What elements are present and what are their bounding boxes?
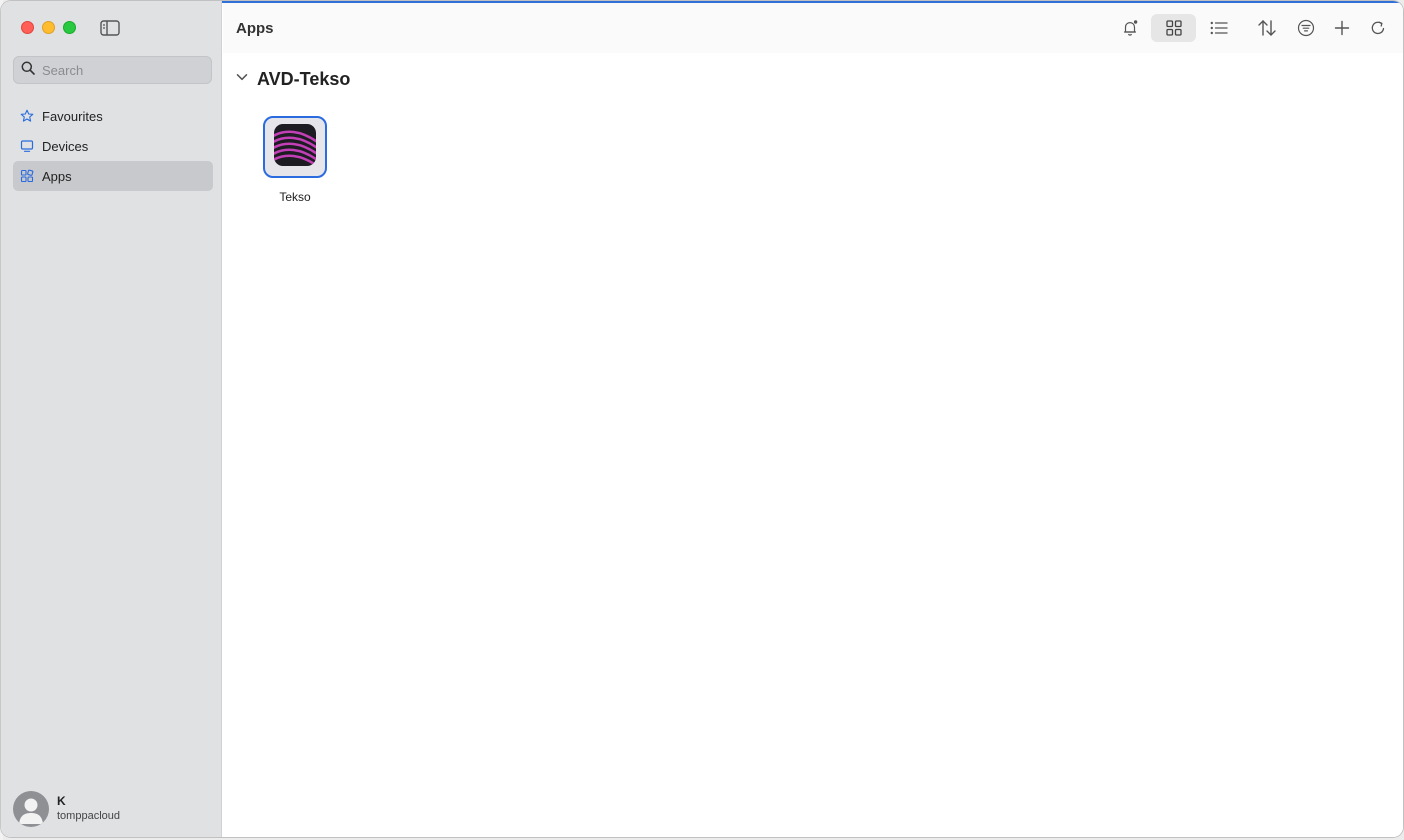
- user-info: K tomppacloud: [57, 794, 120, 824]
- app-icon-frame[interactable]: [263, 116, 327, 178]
- list-view-button[interactable]: [1203, 14, 1235, 42]
- sidebar-item-devices[interactable]: Devices: [13, 131, 213, 161]
- sidebar: Favourites Devices: [1, 1, 222, 837]
- user-account[interactable]: K tomppacloud: [13, 791, 120, 827]
- search-icon: [21, 61, 35, 80]
- window-controls: [21, 21, 76, 34]
- grid-view-button[interactable]: [1151, 14, 1196, 42]
- monitor-icon: [20, 139, 34, 153]
- sidebar-item-apps[interactable]: Apps: [13, 161, 213, 191]
- apps-grid-icon: [20, 169, 34, 183]
- sort-button[interactable]: [1253, 14, 1281, 42]
- group-header[interactable]: AVD-Tekso: [235, 69, 350, 90]
- search-input[interactable]: [42, 62, 202, 78]
- tekso-app-icon: [274, 123, 316, 171]
- user-name: K: [57, 794, 66, 808]
- main-content: Apps AVD-Tekso Tekso: [223, 3, 1403, 837]
- app-label: Tekso: [279, 190, 311, 204]
- sidebar-toggle-icon[interactable]: [100, 20, 120, 36]
- sort-icon: [1257, 19, 1277, 37]
- notifications-button[interactable]: [1116, 14, 1144, 42]
- sidebar-item-label: Apps: [42, 168, 72, 184]
- filter-button[interactable]: [1292, 14, 1320, 42]
- sidebar-item-favourites[interactable]: Favourites: [13, 101, 213, 131]
- page-title: Apps: [236, 20, 274, 37]
- grid-view-icon: [1165, 20, 1182, 36]
- filter-icon: [1297, 19, 1315, 37]
- group-title: AVD-Tekso: [257, 69, 351, 89]
- add-button[interactable]: [1328, 14, 1356, 42]
- app-tile[interactable]: Tekso: [263, 116, 327, 204]
- refresh-icon: [1370, 20, 1386, 36]
- plus-icon: [1334, 20, 1350, 36]
- toolbar: Apps: [223, 3, 1403, 53]
- list-view-icon: [1210, 21, 1228, 35]
- user-account-name: tomppacloud: [57, 810, 120, 822]
- sidebar-item-label: Favourites: [42, 108, 103, 124]
- sidebar-item-label: Devices: [42, 138, 89, 154]
- app-window: Favourites Devices: [1, 1, 1403, 837]
- search-box: [13, 56, 212, 84]
- star-icon: [20, 109, 34, 123]
- avatar: [13, 791, 49, 827]
- minimize-window-button[interactable]: [42, 21, 55, 34]
- close-window-button[interactable]: [21, 21, 34, 34]
- bell-icon: [1121, 19, 1139, 37]
- chevron-down-icon[interactable]: [235, 70, 249, 89]
- refresh-button[interactable]: [1365, 14, 1391, 42]
- maximize-window-button[interactable]: [63, 21, 76, 34]
- sidebar-nav: Favourites Devices Apps: [13, 101, 213, 191]
